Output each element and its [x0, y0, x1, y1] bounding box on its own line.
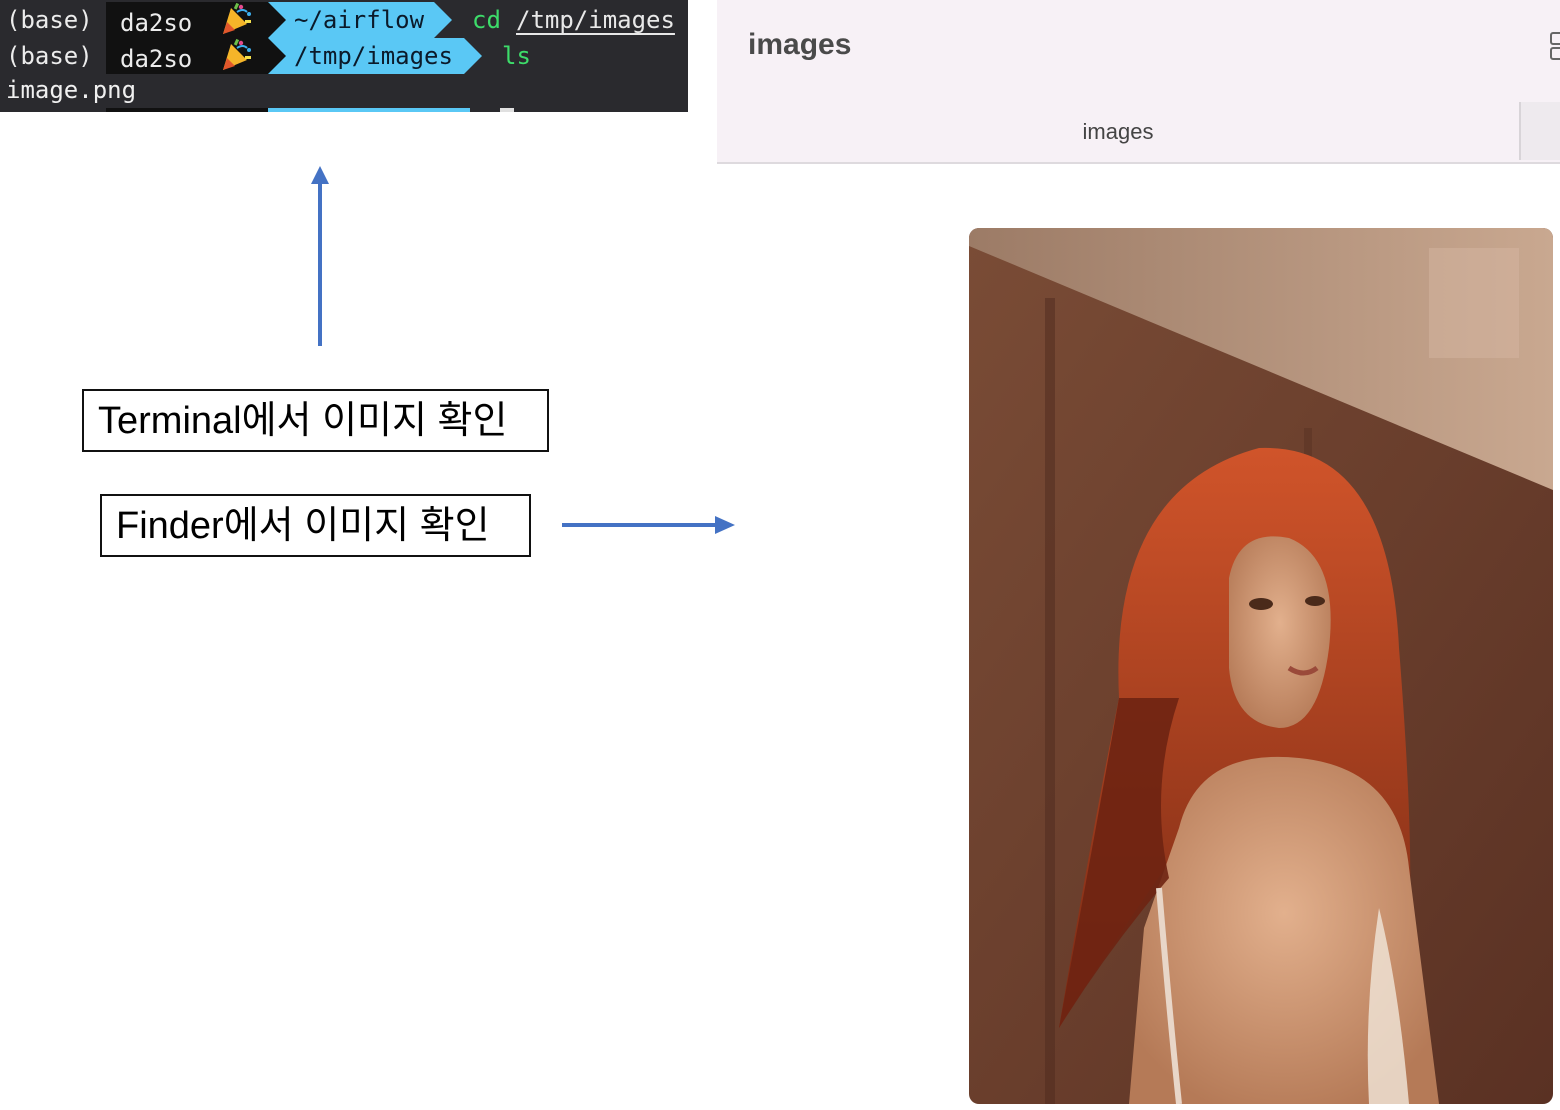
tab-images[interactable]: images — [717, 102, 1519, 162]
finder-window: images images — [717, 0, 1560, 164]
up-arrow — [311, 166, 329, 346]
user-label: da2so — [120, 45, 193, 73]
image-thumbnail[interactable] — [969, 228, 1553, 1104]
window-title: images — [748, 28, 852, 61]
env-label: (base) — [0, 38, 106, 74]
directory-label: /tmp/images — [294, 42, 453, 70]
terminal-line-2: (base) da2so /tmp/images ls — [0, 38, 688, 74]
right-arrow — [562, 516, 735, 534]
terminal-annotation-box: Terminal에서 이미지 확인 — [82, 389, 549, 452]
env-label: (base) — [0, 2, 106, 38]
command-output: image.png — [6, 76, 137, 104]
directory-label: ~/airflow — [294, 6, 425, 34]
finder-annotation-box: Finder에서 이미지 확인 — [100, 494, 531, 557]
command-argument: /tmp/images — [516, 6, 675, 34]
finder-annotation-label: Finder에서 이미지 확인 — [116, 505, 490, 547]
next-prompt-user-segment — [106, 108, 268, 112]
directory-segment: /tmp/images — [268, 38, 482, 74]
user-segment: da2so — [106, 38, 268, 74]
terminal-window: (base) da2so ~/airflow cd /tmp/images (b — [0, 0, 688, 112]
user-segment: da2so — [106, 2, 268, 38]
directory-segment: ~/airflow — [268, 2, 452, 38]
next-prompt-directory-segment — [268, 108, 470, 112]
command-text: cd — [472, 6, 501, 34]
party-popper-icon — [219, 38, 253, 82]
terminal-cursor — [500, 108, 514, 112]
tab-bar-right — [1519, 102, 1560, 160]
user-label: da2so — [120, 9, 193, 37]
command-text: ls — [502, 42, 531, 70]
terminal-annotation-label: Terminal에서 이미지 확인 — [98, 400, 508, 442]
view-mode-icon[interactable] — [1550, 32, 1560, 60]
terminal-line-1: (base) da2so ~/airflow cd /tmp/images — [0, 2, 688, 38]
